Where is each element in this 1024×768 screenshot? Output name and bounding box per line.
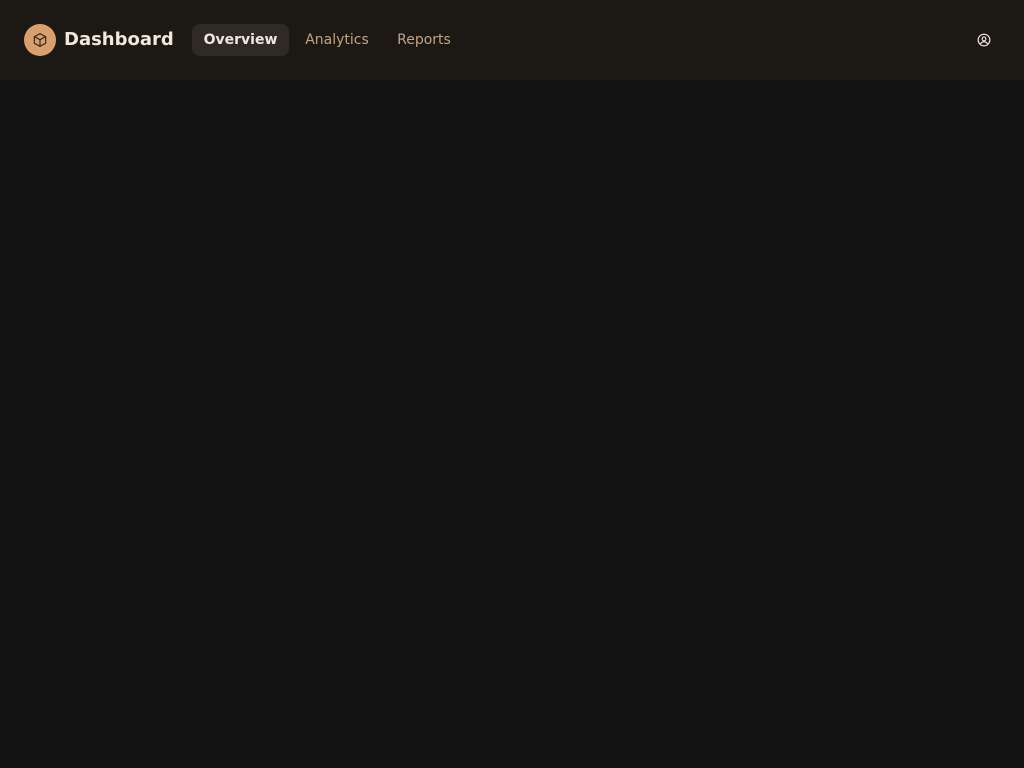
tab-reports[interactable]: Reports [393,24,455,56]
app-title: Dashboard [64,29,174,50]
main-content-area [0,80,1024,768]
tab-overview[interactable]: Overview [192,24,289,56]
account-button[interactable] [972,28,996,52]
top-navigation-bar: Dashboard Overview Analytics Reports [0,0,1024,80]
user-circle-icon [977,33,991,47]
logo[interactable] [24,24,56,56]
box-icon [33,33,47,47]
tab-analytics[interactable]: Analytics [301,24,373,56]
